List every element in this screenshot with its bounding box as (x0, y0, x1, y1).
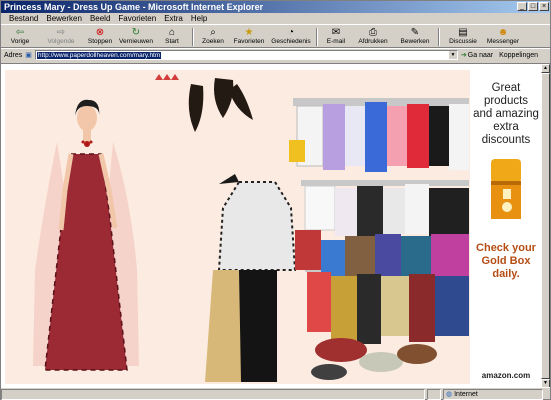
home-button[interactable]: ⌂ Start (155, 26, 189, 48)
menu-favorites[interactable]: Favorieten (118, 14, 156, 23)
print-button[interactable]: ⎙ Afdrukken (351, 26, 395, 48)
paper-doll[interactable] (33, 99, 139, 371)
discuss-button[interactable]: ▤ Discussie (443, 26, 483, 48)
dress-up-game[interactable] (5, 70, 470, 384)
home-icon: ⌂ (168, 27, 176, 38)
mail-icon: ✉ (331, 27, 341, 38)
edit-button[interactable]: ✎ Bewerken (395, 26, 435, 48)
status-lock-cell (427, 388, 441, 400)
status-zone: ◍ Internet (443, 388, 543, 400)
address-input[interactable]: http://www.paperdollheaven.com/mary.htm … (34, 50, 458, 60)
vertical-scrollbar[interactable]: ▲ ▼ (541, 64, 550, 388)
history-button[interactable]: ◔ Geschiedenis (269, 26, 313, 48)
standard-toolbar: ⇦ Vorige ⇨ Volgende ⊗ Stoppen ↻ Vernieuw… (1, 26, 550, 48)
toolbar-separator (316, 28, 318, 46)
menu-file[interactable]: Bestand (9, 14, 38, 23)
status-bar: ◍ Internet (1, 387, 550, 400)
page-content: Great products and amazing extra discoun… (1, 63, 550, 388)
refresh-icon: ↻ (131, 27, 141, 38)
address-bar: Adres ▣ http://www.paperdollheaven.com/m… (1, 49, 550, 61)
stop-icon: ⊗ (95, 27, 105, 38)
refresh-button[interactable]: ↻ Vernieuwen (117, 26, 155, 48)
go-button[interactable]: ➔ Ga naar (460, 51, 493, 60)
toolbar-separator (192, 28, 194, 46)
printer-icon: ⎙ (369, 27, 377, 38)
messenger-icon: ☻ (497, 27, 509, 38)
back-arrow-icon: ⇦ (15, 27, 25, 38)
amazon-logo: amazon.com (481, 371, 531, 380)
search-button[interactable]: ⌕ Zoeken (197, 26, 229, 48)
amazon-ad-banner[interactable]: Great products and amazing extra discoun… (473, 70, 539, 388)
favorites-star-icon: ★ (244, 27, 254, 38)
ad-headline: Great products and amazing extra discoun… (473, 82, 539, 146)
address-dropdown-icon[interactable]: ▼ (448, 51, 457, 59)
menu-edit[interactable]: Bewerken (46, 14, 82, 23)
scroll-up-icon[interactable]: ▲ (541, 64, 550, 73)
edit-page-icon: ✎ (410, 27, 420, 38)
maximize-button[interactable]: □ (528, 2, 538, 11)
go-arrow-icon: ➔ (460, 52, 467, 59)
status-message (1, 388, 425, 400)
gold-box-icon (491, 159, 521, 219)
globe-icon: ◍ (446, 391, 453, 398)
discuss-icon: ▤ (458, 27, 468, 38)
favorites-button[interactable]: ★ Favorieten (229, 26, 269, 48)
scroll-thumb[interactable] (541, 73, 550, 379)
mail-button[interactable]: ✉ E-mail (321, 26, 351, 48)
search-icon: ⌕ (210, 27, 216, 38)
toolbar-separator (438, 28, 440, 46)
tiara-item[interactable] (155, 74, 179, 80)
address-value: http://www.paperdollheaven.com/mary.htm (36, 51, 162, 59)
forward-button[interactable]: ⇨ Volgende (39, 26, 83, 48)
close-button[interactable]: × (539, 2, 549, 11)
window-title: Princess Mary - Dress Up Game - Microsof… (4, 2, 264, 12)
address-label: Adres (4, 51, 23, 59)
browser-window: Princess Mary - Dress Up Game - Microsof… (0, 0, 551, 400)
status-zone-label: Internet (454, 390, 478, 398)
back-button[interactable]: ⇦ Vorige (1, 26, 39, 48)
minimize-button[interactable]: _ (517, 2, 527, 11)
stop-button[interactable]: ⊗ Stoppen (83, 26, 117, 48)
clothing-rack[interactable] (289, 98, 469, 380)
menu-help[interactable]: Help (191, 14, 207, 23)
links-button[interactable]: Koppelingen (499, 52, 538, 59)
menu-bar: Bestand Bewerken Beeld Favorieten Extra … (1, 13, 550, 25)
messenger-button[interactable]: ☻ Messenger (483, 26, 523, 48)
menu-view[interactable]: Beeld (90, 14, 110, 23)
ad-cta: Check your Gold Box daily. (476, 242, 536, 280)
wig-item[interactable] (188, 78, 253, 132)
title-bar[interactable]: Princess Mary - Dress Up Game - Microsof… (1, 1, 550, 13)
skirt-item[interactable] (205, 270, 241, 382)
history-icon: ◔ (287, 27, 295, 38)
page-icon: ▣ (25, 52, 32, 59)
forward-arrow-icon: ⇨ (56, 27, 66, 38)
jacket-item[interactable] (217, 174, 297, 271)
menu-tools[interactable]: Extra (164, 14, 183, 23)
